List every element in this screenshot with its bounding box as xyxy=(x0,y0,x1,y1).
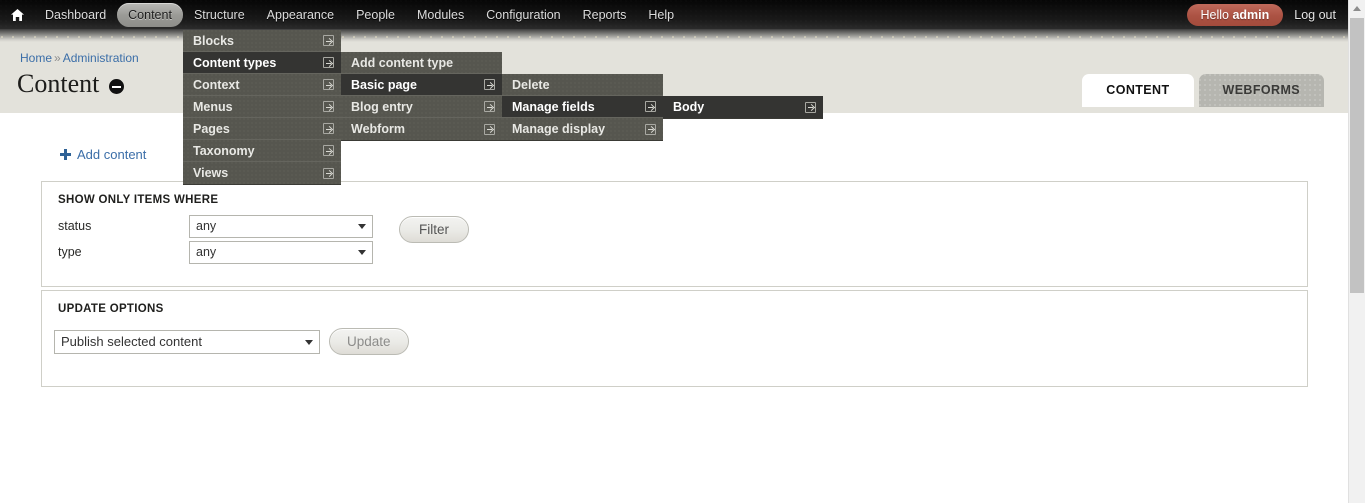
page-title-group: Content xyxy=(17,69,125,98)
submenu-arrow-icon xyxy=(323,101,334,112)
breadcrumb-separator: » xyxy=(54,51,61,65)
menu-l3-item-manage-fields[interactable]: Manage fields xyxy=(502,96,663,118)
menu-l1-item-menus[interactable]: Menus xyxy=(183,96,341,118)
toolbar-user-area: Hello admin Log out xyxy=(1186,3,1349,26)
update-legend: UPDATE OPTIONS xyxy=(58,303,164,315)
status-select-wrap: anypublishednot published xyxy=(189,214,373,238)
menu-l3-item-delete[interactable]: Delete xyxy=(502,74,663,96)
menu-l1-item-views[interactable]: Views xyxy=(183,162,341,184)
menu-l1-item-context[interactable]: Context xyxy=(183,74,341,96)
tab-webforms[interactable]: WEBFORMS xyxy=(1198,74,1324,107)
plus-icon xyxy=(60,149,71,160)
submenu-arrow-icon xyxy=(323,57,334,68)
menu-item-label: Taxonomy xyxy=(193,143,255,158)
toolbar-item-structure[interactable]: Structure xyxy=(183,3,256,27)
submenu-arrow-icon xyxy=(645,101,656,112)
submenu-arrow-icon xyxy=(323,123,334,134)
menu-l2-item-blog-entry[interactable]: Blog entry xyxy=(341,96,502,118)
submenu-arrow-icon xyxy=(805,101,816,113)
menu-l1-item-pages[interactable]: Pages xyxy=(183,118,341,140)
toolbar-item-people[interactable]: People xyxy=(345,3,406,27)
menu-level-4: Body xyxy=(663,96,823,119)
collapse-circle-icon[interactable] xyxy=(109,78,125,94)
menu-item-label: Basic page xyxy=(351,77,418,92)
page-title: Content xyxy=(17,69,100,98)
update-options-fieldset: UPDATE OPTIONS Publish selected content U… xyxy=(41,290,1308,387)
menu-item-label: Pages xyxy=(193,121,230,136)
menu-item-label: Content types xyxy=(193,55,277,70)
filter-controls: status anypublishednot published type an… xyxy=(58,214,373,264)
menu-level-3: Delete Manage fields Manage display xyxy=(502,74,663,141)
toolbar-item-content[interactable]: Content xyxy=(117,2,183,27)
update-action-select[interactable]: Publish selected contentUnpublish select… xyxy=(54,329,320,354)
menu-l2-item-basic-page[interactable]: Basic page xyxy=(341,74,502,96)
toolbar-item-reports[interactable]: Reports xyxy=(572,3,638,27)
breadcrumb-item-administration[interactable]: Administration xyxy=(63,51,139,65)
menu-item-label: Blog entry xyxy=(351,99,413,114)
scrollbar-thumb[interactable] xyxy=(1350,18,1364,293)
user-name: admin xyxy=(1232,7,1270,22)
menu-l4-item-body[interactable]: Body xyxy=(663,96,823,118)
menu-item-label: Delete xyxy=(512,77,550,92)
submenu-arrow-icon xyxy=(645,123,656,135)
add-content-label: Add content xyxy=(77,147,147,162)
menu-item-label: Add content type xyxy=(351,55,454,70)
menu-l2-item-add-content-type[interactable]: Add content type xyxy=(341,52,502,74)
filter-fieldset: SHOW ONLY ITEMS WHERE status anypublishe… xyxy=(41,181,1308,287)
page-canvas: Dashboard Content Structure Appearance P… xyxy=(0,0,1348,503)
breadcrumb-item-home[interactable]: Home xyxy=(20,51,52,65)
filter-row-type: type anyBasic pageBlog entryWebform xyxy=(58,240,373,264)
submenu-arrow-icon xyxy=(323,145,334,156)
toolbar-item-dashboard[interactable]: Dashboard xyxy=(34,3,117,27)
filter-legend: SHOW ONLY ITEMS WHERE xyxy=(58,194,219,206)
home-icon[interactable] xyxy=(0,0,34,29)
toolbar-item-configuration[interactable]: Configuration xyxy=(475,3,571,27)
admin-toolbar: Dashboard Content Structure Appearance P… xyxy=(0,0,1348,29)
scroll-up-arrow-icon[interactable] xyxy=(1349,0,1365,17)
toolbar-item-help[interactable]: Help xyxy=(637,3,685,27)
menu-item-label: Views xyxy=(193,166,229,180)
add-content-link[interactable]: Add content xyxy=(60,147,146,162)
submenu-arrow-icon xyxy=(323,79,334,90)
update-button[interactable]: Update xyxy=(329,328,409,355)
menu-item-label: Manage display xyxy=(512,122,606,136)
menu-item-label: Context xyxy=(193,77,240,92)
menu-item-label: Webform xyxy=(351,122,405,136)
filter-label-status: status xyxy=(58,219,92,233)
type-select[interactable]: anyBasic pageBlog entryWebform xyxy=(189,240,373,264)
menu-item-label: Menus xyxy=(193,99,233,114)
submenu-arrow-icon xyxy=(484,101,495,112)
type-select-wrap: anyBasic pageBlog entryWebform xyxy=(189,240,373,264)
filter-label-type: type xyxy=(58,245,82,259)
filter-rows: status anypublishednot published type an… xyxy=(42,214,1307,264)
menu-item-label: Manage fields xyxy=(512,99,595,114)
submenu-arrow-icon xyxy=(484,123,495,135)
primary-tabs: CONTENT WEBFORMS xyxy=(1077,74,1324,107)
vertical-scrollbar[interactable] xyxy=(1348,0,1365,503)
toolbar-item-modules[interactable]: Modules xyxy=(406,3,475,27)
toolbar-item-appearance[interactable]: Appearance xyxy=(256,3,345,27)
user-greeting-prefix: Hello xyxy=(1200,7,1233,22)
menu-l1-item-blocks[interactable]: Blocks xyxy=(183,30,341,52)
menu-item-label: Blocks xyxy=(193,33,234,48)
menu-item-label: Body xyxy=(673,100,705,114)
status-select[interactable]: anypublishednot published xyxy=(189,214,373,238)
menu-l2-item-webform[interactable]: Webform xyxy=(341,118,502,140)
menu-l3-item-manage-display[interactable]: Manage display xyxy=(502,118,663,140)
menu-l1-item-taxonomy[interactable]: Taxonomy xyxy=(183,140,341,162)
submenu-arrow-icon xyxy=(323,35,334,46)
filter-row-status: status anypublishednot published xyxy=(58,214,373,238)
update-row: Publish selected contentUnpublish select… xyxy=(42,328,1307,355)
tab-content[interactable]: CONTENT xyxy=(1082,74,1194,107)
submenu-arrow-icon xyxy=(484,79,495,90)
update-select-wrap: Publish selected contentUnpublish select… xyxy=(54,329,320,354)
user-greeting-badge[interactable]: Hello admin xyxy=(1186,3,1284,26)
logout-link[interactable]: Log out xyxy=(1294,8,1336,22)
submenu-arrow-icon xyxy=(323,167,334,179)
filter-button[interactable]: Filter xyxy=(399,216,469,243)
menu-level-2: Add content type Basic page Blog entry Webf… xyxy=(341,52,502,141)
menu-level-1: Blocks Content types Context Menus Pages Taxo… xyxy=(183,30,341,185)
menu-l1-item-content-types[interactable]: Content types xyxy=(183,52,341,74)
breadcrumb: Home» Administration xyxy=(20,51,139,65)
